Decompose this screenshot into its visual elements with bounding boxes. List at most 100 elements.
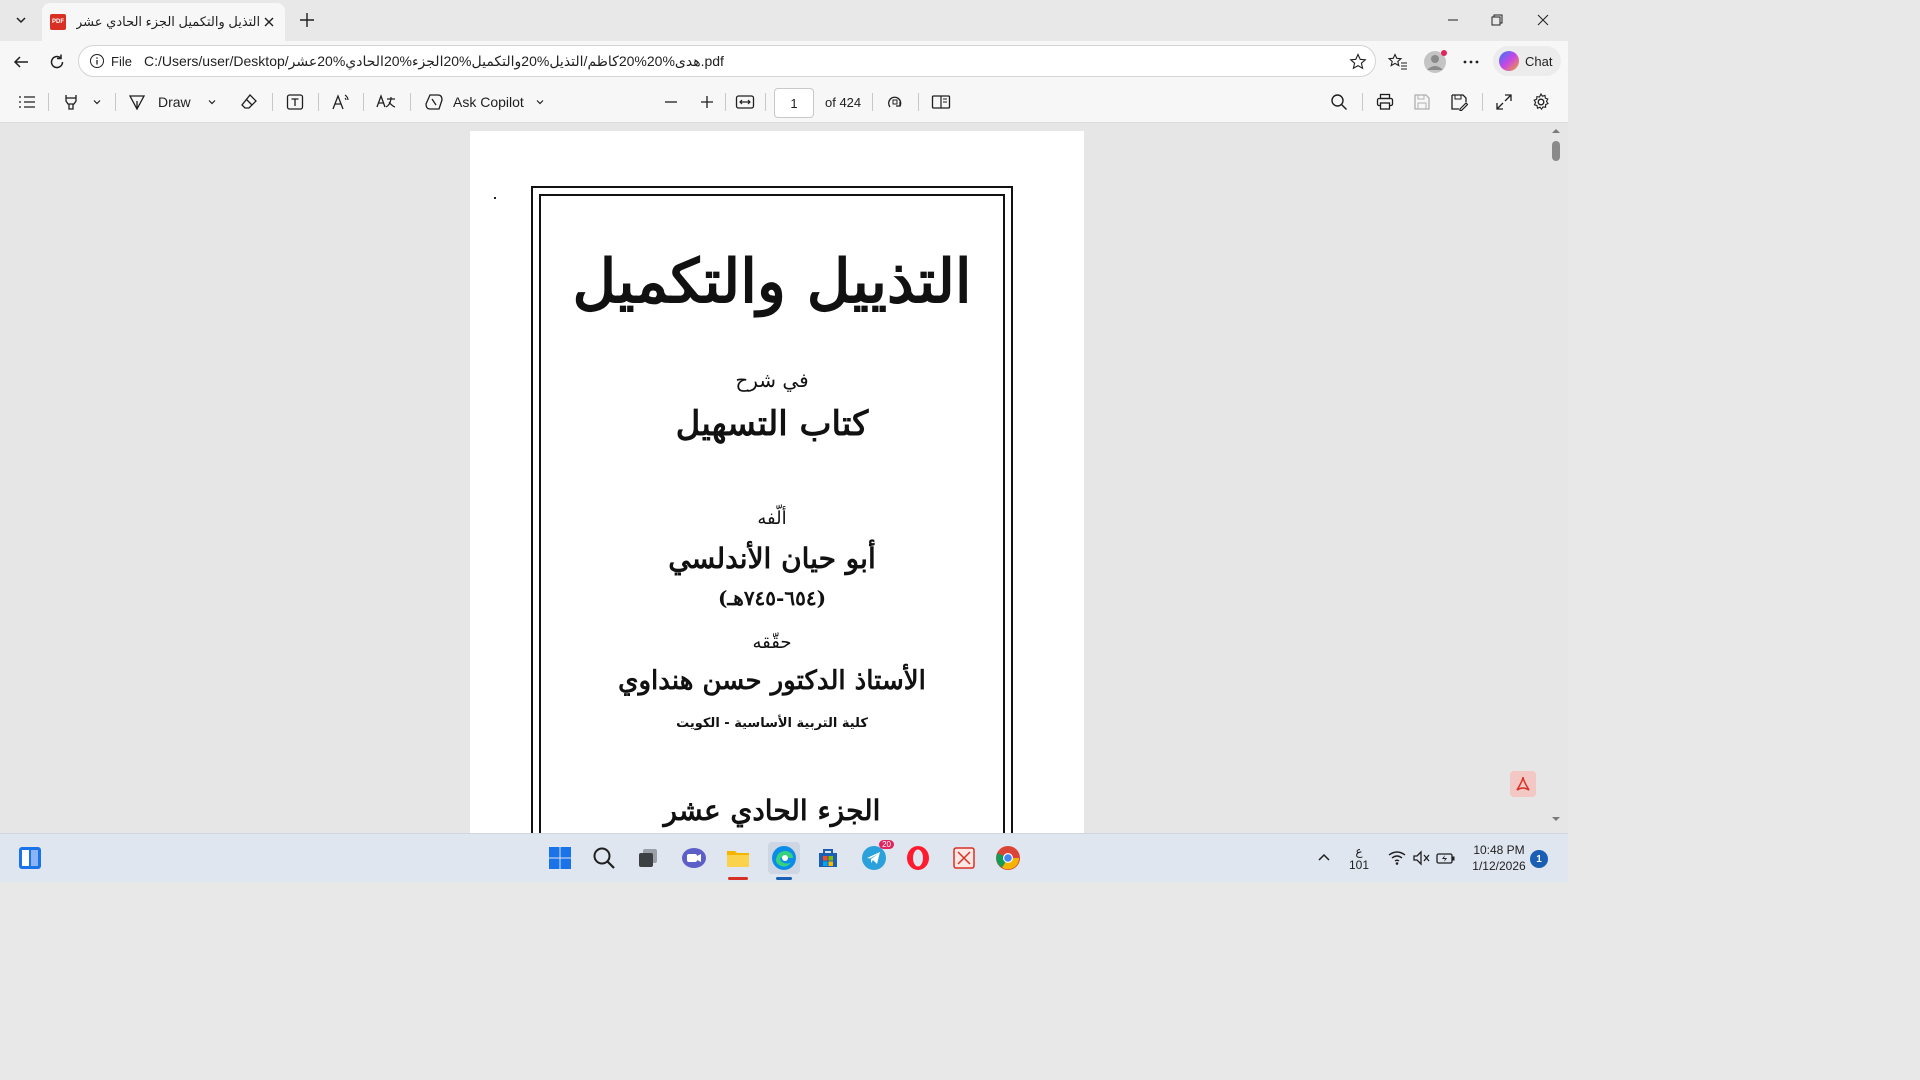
highlight-button[interactable] [58,89,84,115]
chat-label: Chat [1525,53,1553,69]
copilot-chat-button[interactable]: Chat [1493,46,1561,76]
tab-close-button[interactable] [261,14,277,30]
zoom-in-button[interactable] [694,89,720,115]
chevron-down-icon [93,100,101,105]
add-text-button[interactable] [282,89,308,115]
draw-button[interactable]: Draw [128,89,198,115]
edge-browser-app[interactable] [768,842,800,880]
fullscreen-button[interactable] [1491,89,1517,115]
expand-icon [1496,94,1512,110]
authored-by-label: ألّفه [757,508,787,529]
task-view-icon [639,849,657,867]
favorites-button[interactable] [1383,47,1413,77]
pdf-viewer[interactable]: التذييل والتكميل في شرح كتاب التسهيل ألّ… [0,123,1568,833]
translate-button[interactable] [372,89,400,115]
network-status[interactable] [1384,842,1410,874]
toolbar-divider [765,93,766,111]
acrobat-icon[interactable] [1510,771,1536,797]
tab-actions-menu-button[interactable] [6,5,36,35]
pdf-app[interactable] [948,842,980,874]
clock[interactable]: 10:48 PM 1/12/2026 [1466,842,1532,874]
scroll-down-arrow-icon[interactable] [1548,813,1564,825]
page-view-button[interactable] [928,89,954,115]
close-icon [264,17,274,27]
vertical-scrollbar[interactable] [1548,123,1564,833]
refresh-button[interactable] [42,47,72,77]
eraser-icon [241,94,257,109]
scroll-up-arrow-icon[interactable] [1548,125,1564,137]
ask-copilot-button[interactable]: Ask Copilot [424,89,528,115]
author-years: (٦٥٤-٧٤٥هـ) [717,586,827,610]
save-button[interactable] [1409,89,1435,115]
copilot-icon [425,94,443,110]
back-arrow-icon [13,56,28,68]
scrollbar-thumb[interactable] [1552,141,1560,161]
close-window-button[interactable] [1520,0,1566,40]
back-button[interactable] [6,47,36,77]
new-tab-button[interactable] [294,7,320,33]
restore-button[interactable] [1474,0,1520,40]
toolbar-divider [1482,93,1483,111]
fit-to-width-button[interactable] [732,89,758,115]
rotate-button[interactable] [882,89,908,115]
in-sharh-text: في شرح [735,368,809,392]
book-subject: كتاب التسهيل [675,404,869,444]
zoom-out-button[interactable] [658,89,684,115]
telegram-app[interactable]: 20 [858,840,894,874]
pdf-toolbar: Draw Ask Copilot 1 of 424 [0,82,1568,123]
profile-button[interactable] [1420,47,1450,77]
print-button[interactable] [1372,89,1398,115]
notification-center-badge[interactable]: 1 [1530,850,1548,868]
draw-options-dropdown[interactable] [204,89,220,115]
clock-date: 1/12/2026 [1472,859,1526,873]
title-page-border: التذييل والتكميل في شرح كتاب التسهيل ألّ… [531,186,1013,833]
save-as-button[interactable] [1446,89,1472,115]
add-favorite-button[interactable] [1347,51,1369,73]
contents-button[interactable] [14,89,40,115]
task-view-button[interactable] [632,842,664,874]
chrome-browser-app[interactable] [992,842,1024,874]
file-scheme-label: File [111,53,132,69]
toolbar-divider [272,93,273,111]
highlight-options-dropdown[interactable] [89,89,105,115]
start-button[interactable] [544,842,576,874]
toolbar-divider [1362,93,1363,111]
battery-status[interactable] [1433,842,1459,874]
url-text[interactable]: C:/Users/user/Desktop/هدى%20%20كاظم/التذ… [144,53,724,70]
settings-and-more-button[interactable] [1456,47,1486,77]
highlighter-icon [65,95,77,110]
address-bar[interactable]: File C:/Users/user/Desktop/هدى%20%20كاظم… [78,45,1376,77]
toolbar-divider [48,93,49,111]
volume-label: الجزء الحادي عشر [663,794,881,827]
show-hidden-icons-button[interactable] [1308,842,1340,874]
page-number-input[interactable]: 1 [774,88,814,118]
widgets-button[interactable] [14,842,46,874]
clock-time: 10:48 PM [1473,843,1525,857]
edited-by-label: حقّقه [752,632,792,653]
teams-meet-app[interactable] [678,842,710,874]
volume-status[interactable] [1408,842,1434,874]
folder-icon [727,851,749,867]
file-explorer-app[interactable] [722,842,754,880]
taskbar-search-button[interactable] [588,842,620,874]
browser-tab-active[interactable]: PDF التذيل والتكميل الجزء الحادي عشر.pdf [42,3,285,41]
input-language-indicator[interactable]: ع 101 [1345,844,1373,872]
read-aloud-button[interactable] [328,89,354,115]
info-icon[interactable] [89,53,105,69]
author-name: أبو حيان الأندلسي [668,542,876,575]
microsoft-store-app[interactable] [812,842,844,874]
pdf-settings-button[interactable] [1528,89,1554,115]
ask-copilot-dropdown[interactable] [532,89,548,115]
minimize-icon [1448,19,1458,21]
minimize-button[interactable] [1430,0,1476,40]
chevron-up-icon [1318,853,1330,861]
opera-browser-app[interactable] [902,842,934,874]
find-button[interactable] [1326,89,1352,115]
chrome-icon [996,846,1020,870]
save-as-icon [1451,94,1468,111]
erase-button[interactable] [236,89,262,115]
table-of-contents-icon [19,96,35,108]
page-count: of 424 [825,95,862,110]
favorites-list-icon [1388,53,1407,70]
wifi-icon [1388,851,1406,865]
